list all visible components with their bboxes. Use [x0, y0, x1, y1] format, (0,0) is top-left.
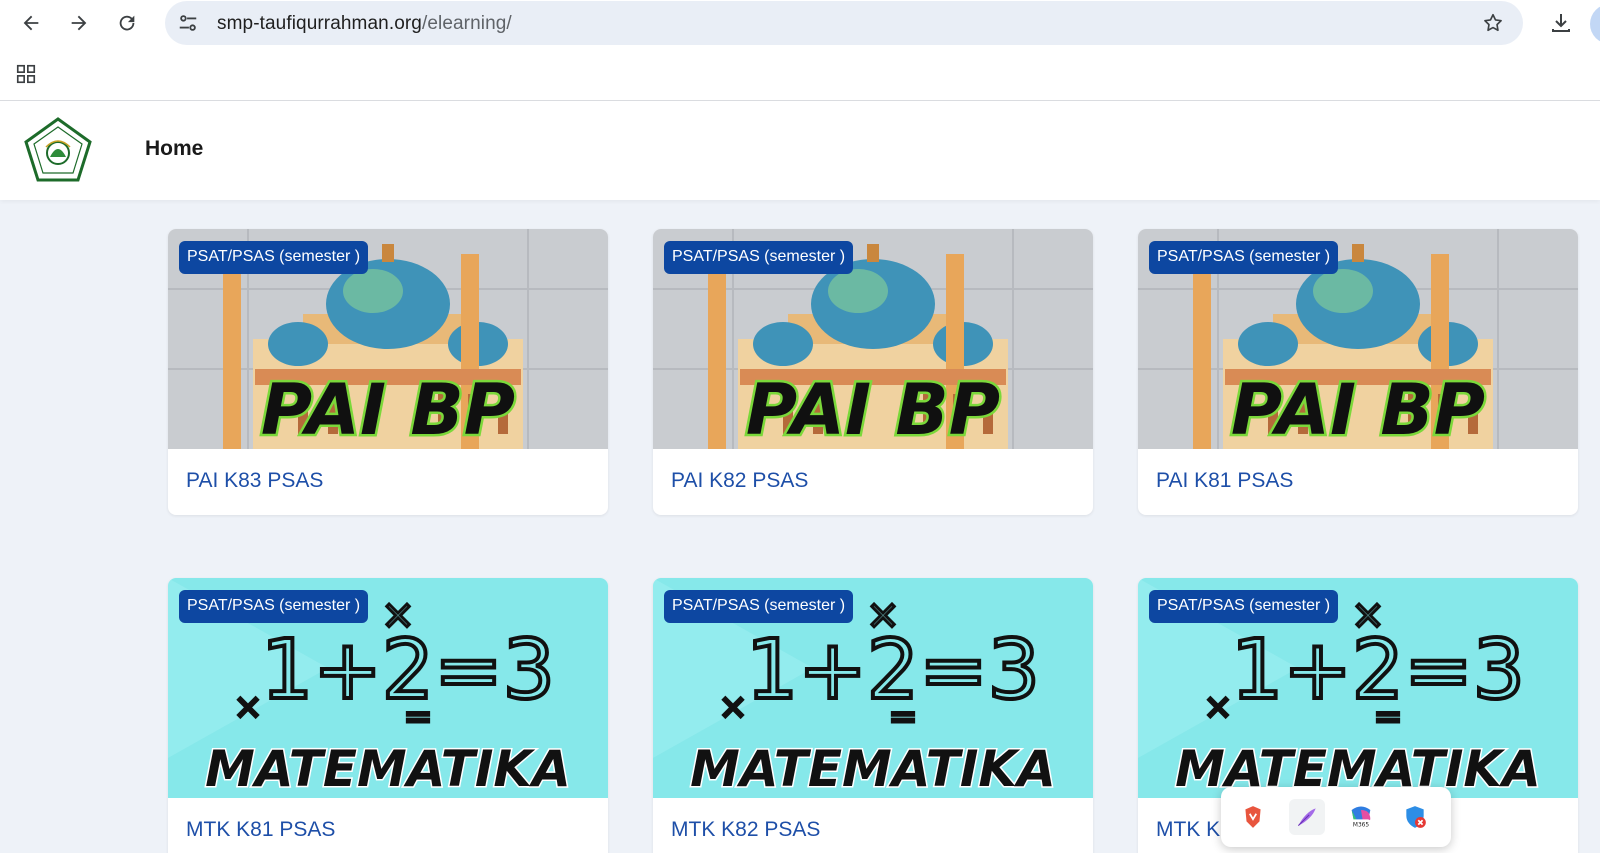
course-card[interactable]: × × 1+2=3 = MATEMATIKA PSAT/PSAS (semest…: [168, 578, 608, 853]
thumbnail-art-text: PAI BP: [261, 369, 515, 449]
m365-label: M365: [1353, 822, 1369, 828]
bookmark-star-icon[interactable]: [1481, 11, 1505, 35]
reload-button[interactable]: [112, 8, 142, 38]
category-badge: PSAT/PSAS (semester ): [179, 241, 369, 274]
course-thumbnail-pai[interactable]: PAI BP PSAT/PSAS (semester ): [1138, 229, 1578, 449]
course-thumbnail-pai[interactable]: PAI BP PSAT/PSAS (semester ): [653, 229, 1093, 449]
address-bar[interactable]: smp-taufiqurrahman.org/elearning/: [165, 1, 1523, 45]
svg-text:=: =: [1374, 697, 1403, 737]
brave-shield-icon[interactable]: [1235, 799, 1271, 835]
browser-chrome: smp-taufiqurrahman.org/elearning/: [0, 0, 1600, 101]
profile-avatar[interactable]: [1590, 4, 1600, 44]
course-thumbnail-math[interactable]: × × 1+2=3 = MATEMATIKA PSAT/PSAS (semest…: [168, 578, 608, 798]
category-badge: PSAT/PSAS (semester ): [1149, 590, 1339, 623]
url-text[interactable]: smp-taufiqurrahman.org/elearning/: [217, 13, 512, 35]
course-card[interactable]: PAI BP PSAT/PSAS (semester ) PAI K81 PSA…: [1138, 229, 1578, 515]
download-icon[interactable]: [1546, 8, 1576, 38]
security-shield-icon[interactable]: [1397, 799, 1433, 835]
thumbnail-art-text: PAI BP: [1231, 369, 1485, 449]
svg-text:×: ×: [719, 687, 748, 727]
reload-icon: [119, 15, 135, 31]
url-path: /elearning/: [421, 13, 512, 34]
forward-button[interactable]: [64, 8, 94, 38]
url-host: smp-taufiqurrahman.org: [217, 13, 422, 34]
school-logo[interactable]: [24, 117, 92, 183]
thumbnail-art-text: MATEMATIKA: [690, 740, 1056, 798]
course-title-link[interactable]: PAI K81 PSAS: [1138, 449, 1578, 515]
course-title-link[interactable]: MTK K82 PSAS: [653, 798, 1093, 853]
thumbnail-art-text: PAI BP: [746, 369, 1000, 449]
course-card[interactable]: PAI BP PSAT/PSAS (semester ) PAI K82 PSA…: [653, 229, 1093, 515]
back-button[interactable]: [16, 8, 46, 38]
apps-grid-icon[interactable]: [12, 60, 40, 88]
arrow-left-icon: [23, 15, 39, 31]
course-title-link[interactable]: PAI K83 PSAS: [168, 449, 608, 515]
course-thumbnail-math[interactable]: × × 1+2=3 = MATEMATIKA PSAT/PSAS (semest…: [1138, 578, 1578, 798]
category-badge: PSAT/PSAS (semester ): [664, 590, 854, 623]
thumbnail-art-text: MATEMATIKA: [205, 740, 571, 798]
course-card[interactable]: × × 1+2=3 = MATEMATIKA PSAT/PSAS (semest…: [653, 578, 1093, 853]
site-header: Home: [0, 101, 1600, 200]
nav-home-link[interactable]: Home: [145, 137, 203, 161]
svg-text:×: ×: [234, 687, 263, 727]
extension-toolbar-popup: M365: [1221, 787, 1451, 847]
course-thumbnail-math[interactable]: × × 1+2=3 = MATEMATIKA PSAT/PSAS (semest…: [653, 578, 1093, 798]
svg-text:=: =: [404, 697, 433, 737]
arrow-right-icon: [71, 15, 87, 31]
category-badge: PSAT/PSAS (semester ): [179, 590, 369, 623]
feather-pen-icon[interactable]: [1289, 799, 1325, 835]
course-title-link[interactable]: MTK K81 PSAS: [168, 798, 608, 853]
category-badge: PSAT/PSAS (semester ): [664, 241, 854, 274]
m365-copilot-icon[interactable]: M365: [1343, 799, 1379, 835]
course-title-link[interactable]: PAI K82 PSAS: [653, 449, 1093, 515]
category-badge: PSAT/PSAS (semester ): [1149, 241, 1339, 274]
site-info-icon[interactable]: [177, 12, 199, 34]
svg-text:=: =: [889, 697, 918, 737]
svg-text:×: ×: [1204, 687, 1233, 727]
course-card[interactable]: PAI BP PSAT/PSAS (semester ) PAI K83 PSA…: [168, 229, 608, 515]
course-thumbnail-pai[interactable]: PAI BP PSAT/PSAS (semester ): [168, 229, 608, 449]
